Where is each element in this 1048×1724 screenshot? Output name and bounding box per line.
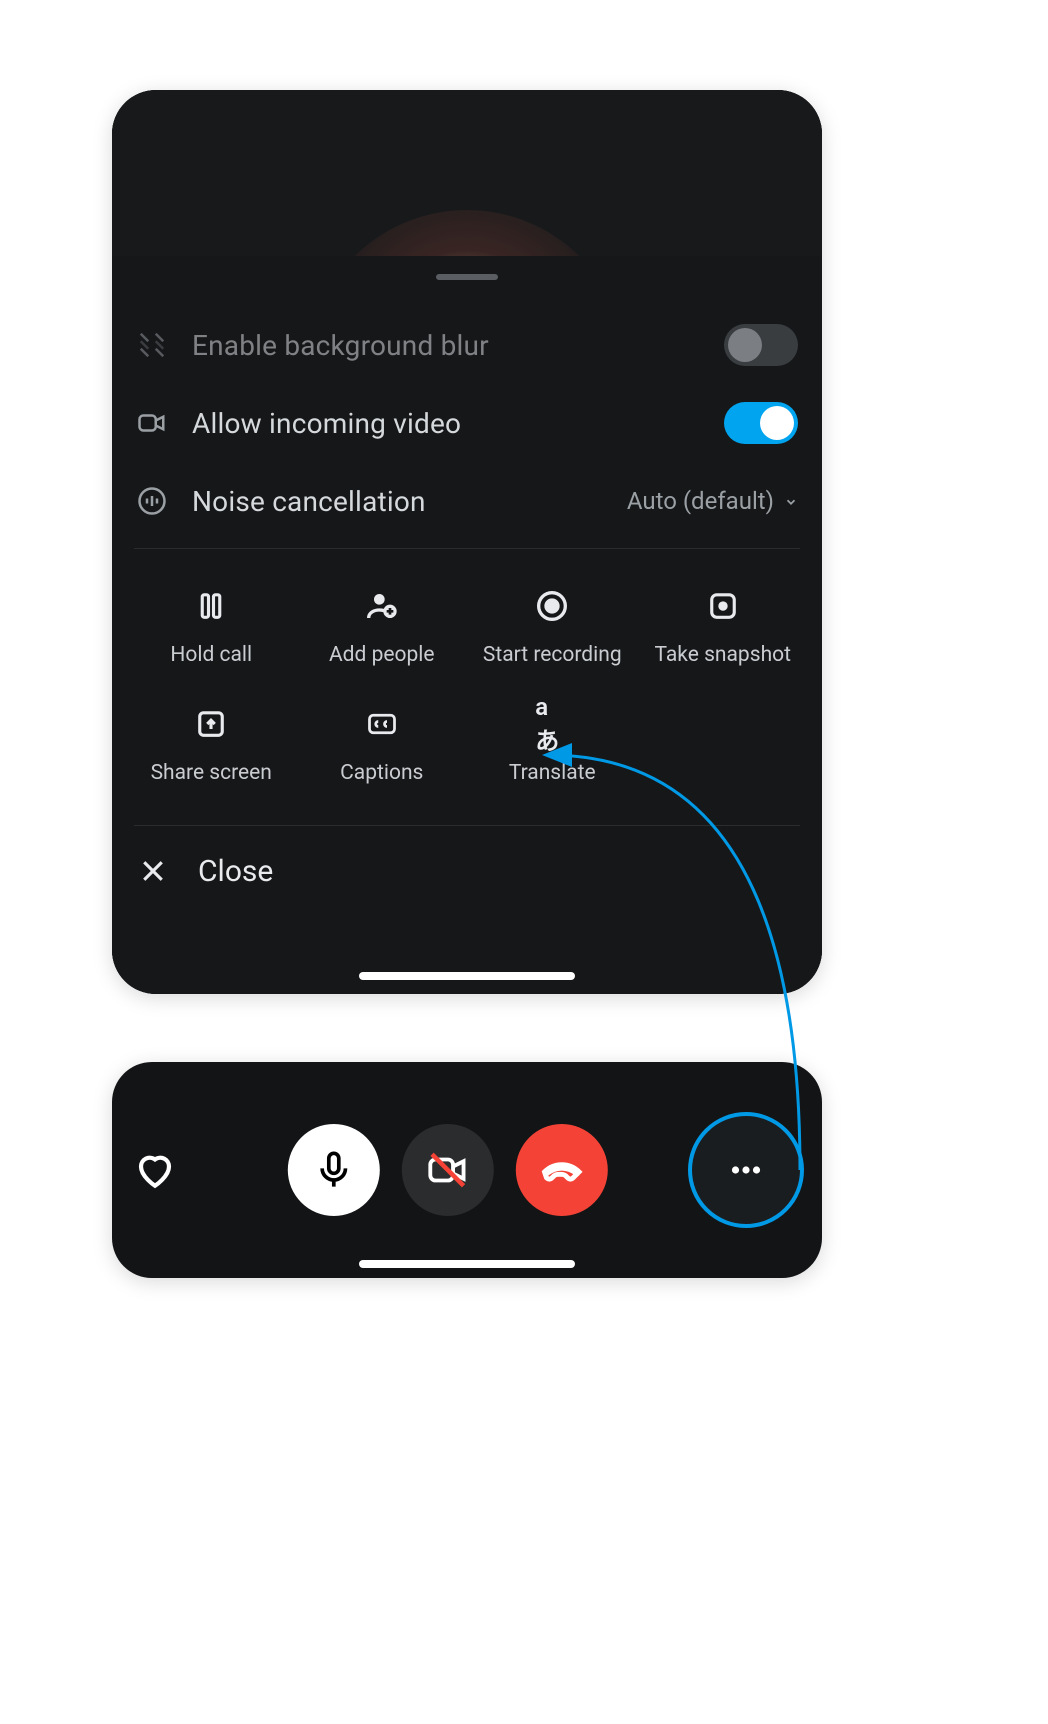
row-label: Allow incoming video (192, 407, 724, 440)
call-backdrop (112, 90, 822, 260)
action-label: Translate (509, 761, 596, 785)
action-label: Captions (340, 761, 423, 785)
chevron-down-icon (784, 487, 798, 515)
more-options-button[interactable] (688, 1112, 804, 1228)
toggle-incoming-video[interactable] (724, 402, 798, 444)
close-icon (138, 856, 168, 886)
row-label: Enable background blur (192, 329, 724, 362)
action-label: Share screen (151, 761, 272, 785)
options-sheet: Enable background blur Allow incoming vi… (112, 256, 822, 994)
action-label: Take snapshot (655, 643, 791, 667)
home-indicator (359, 1260, 575, 1268)
phone-call-bar (112, 1062, 822, 1278)
microphone-button[interactable] (288, 1124, 380, 1216)
row-background-blur: Enable background blur (112, 306, 822, 384)
action-label: Start recording (483, 643, 622, 667)
action-translate[interactable]: aあ Translate (467, 707, 638, 785)
action-captions[interactable]: Captions (297, 707, 468, 785)
close-button[interactable]: Close (112, 826, 822, 916)
record-icon (535, 589, 569, 623)
row-label: Noise cancellation (192, 485, 627, 518)
sheet-grabber[interactable] (436, 274, 498, 280)
pause-icon (194, 589, 228, 623)
snapshot-icon (706, 589, 740, 623)
noise-value: Auto (default) (627, 487, 774, 515)
toggle-background-blur[interactable] (724, 324, 798, 366)
end-call-button[interactable] (516, 1124, 608, 1216)
camera-off-button[interactable] (402, 1124, 494, 1216)
translate-icon: aあ (535, 707, 569, 741)
action-label: Add people (329, 643, 435, 667)
action-take-snapshot[interactable]: Take snapshot (638, 589, 809, 667)
row-incoming-video: Allow incoming video (112, 384, 822, 462)
add-people-icon (365, 589, 399, 623)
home-indicator (359, 972, 575, 980)
row-noise-cancellation[interactable]: Noise cancellation Auto (default) (112, 462, 822, 540)
action-share-screen[interactable]: Share screen (126, 707, 297, 785)
video-icon (134, 405, 170, 441)
share-screen-icon (194, 707, 228, 741)
action-start-recording[interactable]: Start recording (467, 589, 638, 667)
action-label: Hold call (170, 643, 252, 667)
captions-icon (365, 707, 399, 741)
close-label: Close (198, 854, 273, 889)
action-add-people[interactable]: Add people (297, 589, 468, 667)
noise-icon (134, 483, 170, 519)
phone-settings-sheet: Enable background blur Allow incoming vi… (112, 90, 822, 994)
action-hold-call[interactable]: Hold call (126, 589, 297, 667)
react-button[interactable] (134, 1149, 176, 1191)
blur-icon (134, 327, 170, 363)
